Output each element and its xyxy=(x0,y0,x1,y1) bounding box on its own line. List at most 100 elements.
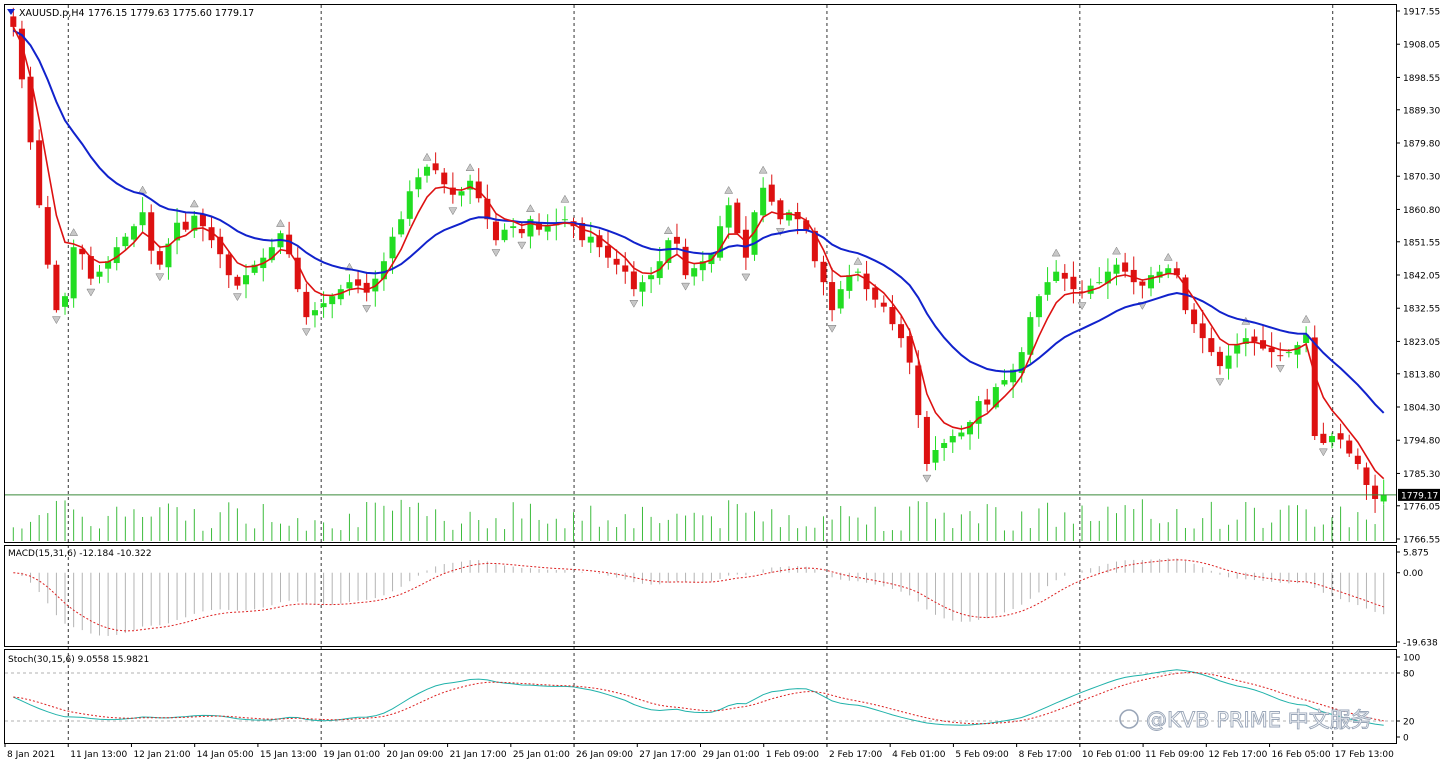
candle-body xyxy=(320,303,327,308)
x-tick-label: 19 Jan 01:00 xyxy=(323,750,380,760)
macd-y-tick-label: -19.638 xyxy=(1403,639,1438,649)
chart-window[interactable]: 5.875 0.00 -19.638 100 80 20 0 1779.17 1917.5… xyxy=(0,0,1445,767)
candle-body xyxy=(898,324,905,339)
candle-body xyxy=(1225,355,1232,369)
candle-body xyxy=(622,265,629,272)
candle-body xyxy=(139,212,146,226)
x-tick-label: 11 Feb 09:00 xyxy=(1145,750,1204,760)
candle-body xyxy=(1380,494,1387,502)
y-tick-label: 1917.55 xyxy=(1403,8,1440,18)
x-tick-label: 15 Jan 13:00 xyxy=(260,750,317,760)
candle-body xyxy=(346,282,353,289)
stoch-y-tick-label: 0 xyxy=(1403,734,1409,744)
stoch-header: Stoch(30,15,6) 9.0558 15.9821 xyxy=(8,655,149,665)
candle-body xyxy=(1191,309,1198,325)
candle-body xyxy=(1363,467,1370,485)
candle-body xyxy=(984,399,991,405)
candle-body xyxy=(1113,264,1120,274)
candle-body xyxy=(872,287,879,300)
x-tick-label: 2 Feb 17:00 xyxy=(829,750,883,760)
candle-body xyxy=(958,432,965,437)
candle-body xyxy=(889,306,896,325)
candle-body xyxy=(1277,355,1284,357)
candle-body xyxy=(1320,433,1327,444)
candle-body xyxy=(1035,296,1042,318)
candle-body xyxy=(846,275,853,291)
candle-body xyxy=(148,212,155,251)
candle-body xyxy=(1208,338,1215,353)
y-tick-label: 1832.55 xyxy=(1403,305,1440,315)
candle-body xyxy=(673,236,680,244)
candle-body xyxy=(923,416,930,464)
candle-body xyxy=(329,296,336,305)
candle-body xyxy=(854,271,861,273)
candle-body xyxy=(294,257,301,290)
macd-y-tick-label: 0.00 xyxy=(1403,569,1423,579)
candle-body xyxy=(734,202,741,234)
candle-body xyxy=(1216,351,1223,367)
candle-body xyxy=(156,251,163,265)
x-tick-label: 20 Jan 09:00 xyxy=(386,750,443,760)
candle-body xyxy=(518,228,525,234)
y-tick-label: 1804.30 xyxy=(1403,404,1440,414)
watermark-text: @KVB PRIME 中文服务 xyxy=(1146,708,1372,732)
candle-body xyxy=(777,200,784,220)
y-tick-label: 1870.30 xyxy=(1403,173,1440,183)
x-tick-label: 12 Jan 21:00 xyxy=(133,750,190,760)
candle-body xyxy=(53,264,60,311)
macd-header: MACD(15,31,6) -12.184 -10.322 xyxy=(8,549,152,559)
x-tick-label: 1 Feb 09:00 xyxy=(766,750,820,760)
candle-body xyxy=(492,221,499,241)
macd-y-tick-label: 5.875 xyxy=(1403,549,1429,559)
candle-body xyxy=(717,226,724,258)
x-tick-label: 12 Feb 17:00 xyxy=(1208,750,1267,760)
x-tick-label: 26 Jan 09:00 xyxy=(576,750,633,760)
candle-body xyxy=(484,198,491,220)
current-price-label: 1779.17 xyxy=(1401,491,1438,501)
candle-body xyxy=(242,275,250,285)
candle-body xyxy=(1285,352,1292,354)
candle-body xyxy=(199,214,206,227)
candle-body xyxy=(234,276,241,286)
symbol-label: XAUUSD.p,H4 xyxy=(19,8,85,19)
x-tick-label: 5 Feb 09:00 xyxy=(955,750,1009,760)
candle-body xyxy=(639,282,646,292)
y-tick-label: 1766.55 xyxy=(1403,536,1440,546)
candle-body xyxy=(915,365,922,416)
x-tick-label: 27 Jan 17:00 xyxy=(639,750,696,760)
candle-body xyxy=(587,236,594,243)
candle-body xyxy=(70,247,77,299)
candle-body xyxy=(630,271,637,290)
candle-body xyxy=(768,184,775,202)
candle-body xyxy=(44,207,51,265)
ohlc-values: 1776.15 1779.63 1775.60 1779.17 xyxy=(88,8,254,19)
candle-body xyxy=(36,140,43,206)
candle-body xyxy=(949,436,956,443)
y-tick-label: 1794.80 xyxy=(1403,437,1440,447)
x-tick-label: 4 Feb 01:00 xyxy=(892,750,946,760)
chart-canvas[interactable]: 5.875 0.00 -19.638 100 80 20 0 1779.17 1917.5… xyxy=(0,0,1445,767)
candle-body xyxy=(604,245,612,258)
candle-body xyxy=(1311,337,1318,437)
candle-body xyxy=(725,205,732,228)
candle-body xyxy=(182,221,189,230)
candle-body xyxy=(406,191,413,219)
candle-body xyxy=(648,275,655,280)
candle-body xyxy=(1139,281,1146,286)
candle-body xyxy=(10,16,17,27)
candle-body xyxy=(1070,276,1077,290)
candle-body xyxy=(691,268,698,277)
candle-body xyxy=(311,310,318,316)
candle-body xyxy=(415,177,422,190)
candle-body xyxy=(742,229,749,258)
candle-body xyxy=(1001,380,1008,385)
x-tick-label: 17 Feb 13:00 xyxy=(1335,750,1394,760)
y-tick-label: 1851.55 xyxy=(1403,238,1440,248)
candle-body xyxy=(880,302,887,307)
candle-body xyxy=(122,236,129,247)
candle-body xyxy=(1122,262,1129,272)
candle-body xyxy=(510,226,517,229)
candle-body xyxy=(1337,433,1344,440)
candle-body xyxy=(225,254,232,276)
y-tick-label: 1860.80 xyxy=(1403,206,1440,216)
